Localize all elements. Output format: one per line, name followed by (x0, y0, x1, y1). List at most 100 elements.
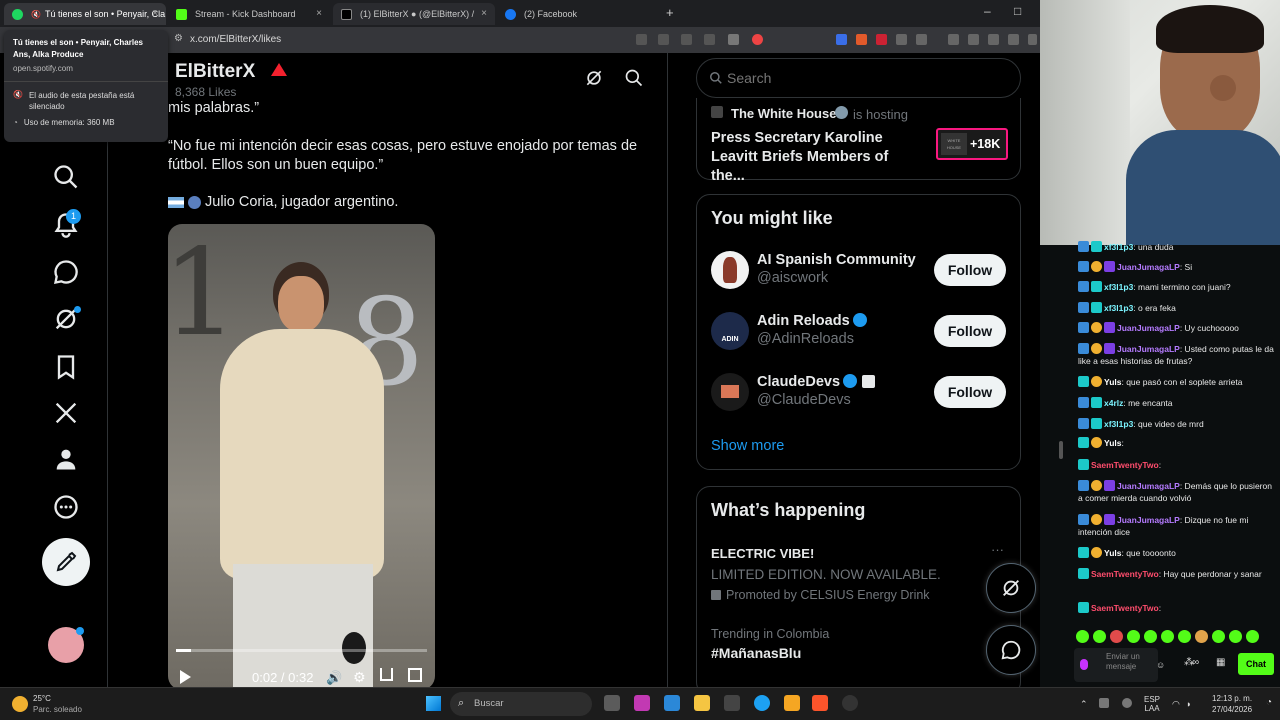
search-icon[interactable] (624, 68, 644, 88)
tray-chevron-icon[interactable]: ⌃ (1080, 699, 1088, 710)
vpn-icon[interactable] (1028, 34, 1037, 45)
emote-icon[interactable] (1229, 630, 1242, 643)
close-tab-icon[interactable]: × (152, 8, 158, 19)
emote-icon[interactable] (1110, 630, 1123, 643)
obs-icon[interactable] (842, 695, 858, 711)
infinity-icon[interactable]: ∞ (1192, 657, 1199, 669)
wifi-icon[interactable]: ◠ (1172, 699, 1180, 710)
tab-spotify[interactable]: 🔇 Tú tienes el son • Penyair, Cla × (4, 3, 166, 25)
follow-button[interactable]: Follow (934, 376, 1006, 408)
x-premium-icon[interactable] (52, 399, 80, 427)
emote-icon[interactable] (1246, 630, 1259, 643)
edge-icon[interactable] (754, 695, 770, 711)
brave-shield-icon[interactable] (728, 34, 739, 45)
chat-username[interactable]: Yuls (1104, 377, 1121, 387)
extension-icon[interactable] (856, 34, 867, 45)
suggestion-row[interactable]: AI Spanish Community @aiscwork Follow (697, 247, 1020, 307)
chat-username[interactable]: xf3l1p3 (1104, 282, 1133, 292)
clock[interactable]: 12:13 p. m. 27/04/2026 (1212, 693, 1252, 715)
chat-username[interactable]: xf3l1p3 (1104, 242, 1133, 252)
picture-in-picture-icon[interactable] (380, 668, 393, 681)
leo-ai-icon[interactable] (1008, 34, 1019, 45)
terminal-icon[interactable] (724, 695, 740, 711)
wallet-icon[interactable] (988, 34, 999, 45)
ad-title[interactable]: ELECTRIC VIBE! (711, 546, 814, 561)
tray-app-icon[interactable] (1122, 698, 1132, 708)
screenshot-icon[interactable] (916, 34, 927, 45)
tab-facebook[interactable]: (2) Facebook (497, 3, 659, 25)
emote-icon[interactable] (1127, 630, 1140, 643)
tray-app-icon[interactable] (1099, 698, 1109, 708)
more-options-icon[interactable]: ··· (991, 542, 1004, 557)
notification-bell-icon[interactable]: ◔ (1266, 697, 1272, 708)
emote-icon[interactable] (1076, 630, 1089, 643)
extensions-puzzle-icon[interactable] (896, 34, 907, 45)
chat-username[interactable]: JuanJumagaLP (1117, 481, 1180, 491)
grok-icon[interactable] (584, 68, 604, 88)
chat-username[interactable]: xf3l1p3 (1104, 419, 1133, 429)
play-icon[interactable] (180, 670, 191, 684)
emote-icon[interactable] (1195, 630, 1208, 643)
tab-kick[interactable]: Stream - Kick Dashboard × (168, 3, 330, 25)
chat-input[interactable]: Enviar un mensaje (1074, 648, 1158, 682)
tweet-video[interactable]: 1 8 0:02 / 0:32 🔊 ⚙ (168, 224, 435, 690)
site-settings-icon[interactable]: ⚙ (174, 33, 183, 44)
follow-button[interactable]: Follow (934, 315, 1006, 347)
cast-icon[interactable] (658, 34, 669, 45)
live-listener-box[interactable]: WHITE HOUSE +18K (936, 128, 1008, 160)
profile-icon[interactable] (52, 445, 80, 473)
new-tab-button[interactable]: + (666, 5, 674, 20)
emote-icon[interactable] (1093, 630, 1106, 643)
emote-icon[interactable] (1144, 630, 1157, 643)
task-view-icon[interactable] (604, 695, 620, 711)
chat-username[interactable]: Yuls (1104, 548, 1121, 558)
url-field[interactable]: x.com/ElBitterX/likes (190, 34, 281, 45)
maximize-button[interactable]: □ (1014, 4, 1021, 18)
chat-username[interactable]: JuanJumagaLP (1117, 344, 1180, 354)
chat-username[interactable]: x4rlz (1104, 398, 1123, 408)
emote-icon[interactable] (1178, 630, 1191, 643)
explore-search-icon[interactable] (52, 163, 80, 191)
chat-username[interactable]: JuanJumagaLP (1117, 323, 1180, 333)
extension-icon[interactable] (836, 34, 847, 45)
chat-username[interactable]: JuanJumagaLP (1117, 262, 1180, 272)
emote-icon[interactable] (1212, 630, 1225, 643)
chat-send-button[interactable]: Chat (1238, 653, 1274, 675)
chat-username[interactable]: xf3l1p3 (1104, 303, 1133, 313)
show-more-link[interactable]: Show more (711, 438, 784, 454)
taskbar-search[interactable]: ⌕ Buscar (450, 692, 592, 716)
close-tab-icon[interactable]: × (481, 8, 487, 19)
volume-icon[interactable]: 🔊 (326, 670, 342, 686)
chat-username[interactable]: SaemTwentyTwo (1091, 569, 1159, 579)
translate-icon[interactable] (636, 34, 647, 45)
settings-gear-icon[interactable]: ⚙ (353, 669, 366, 686)
suggestion-row[interactable]: ADIN Adin Reloads @AdinReloads Follow (697, 308, 1020, 368)
bookmarks-icon[interactable] (52, 353, 80, 381)
chat-username[interactable]: JuanJumagaLP (1117, 515, 1180, 525)
volume-icon[interactable]: ◗ (1186, 699, 1191, 709)
app-icon[interactable] (634, 695, 650, 711)
share-icon[interactable] (704, 34, 715, 45)
language-indicator[interactable]: ESP LAA (1144, 695, 1160, 713)
chat-username[interactable]: Yuls (1104, 438, 1121, 448)
microphone-icon[interactable] (1080, 659, 1088, 670)
folder-icon[interactable] (784, 695, 800, 711)
store-icon[interactable]: ▦ (1216, 657, 1225, 669)
chat-username[interactable]: SaemTwentyTwo (1091, 460, 1159, 470)
file-explorer-icon[interactable] (694, 695, 710, 711)
brave-rewards-icon[interactable] (752, 34, 763, 45)
extension-icon[interactable] (876, 34, 887, 45)
tab-x[interactable]: (1) ElBitterX ● (@ElBitterX) / × (333, 3, 495, 25)
live-space-card[interactable]: The White House is hosting Press Secreta… (696, 98, 1021, 184)
suggestion-row[interactable]: ClaudeDevs @ClaudeDevs Follow (697, 369, 1020, 429)
sidebar-icon[interactable] (968, 34, 979, 45)
follow-button[interactable]: Follow (934, 254, 1006, 286)
more-options-icon[interactable] (52, 493, 80, 521)
scrollbar[interactable] (1059, 441, 1063, 459)
grok-floating-button[interactable] (986, 563, 1036, 613)
search-input[interactable] (727, 68, 1007, 88)
post-button[interactable] (42, 538, 90, 586)
messages-floating-button[interactable] (986, 625, 1036, 675)
windows-start-icon[interactable] (426, 696, 441, 711)
emoji-icon[interactable]: ☺ (1156, 659, 1165, 671)
